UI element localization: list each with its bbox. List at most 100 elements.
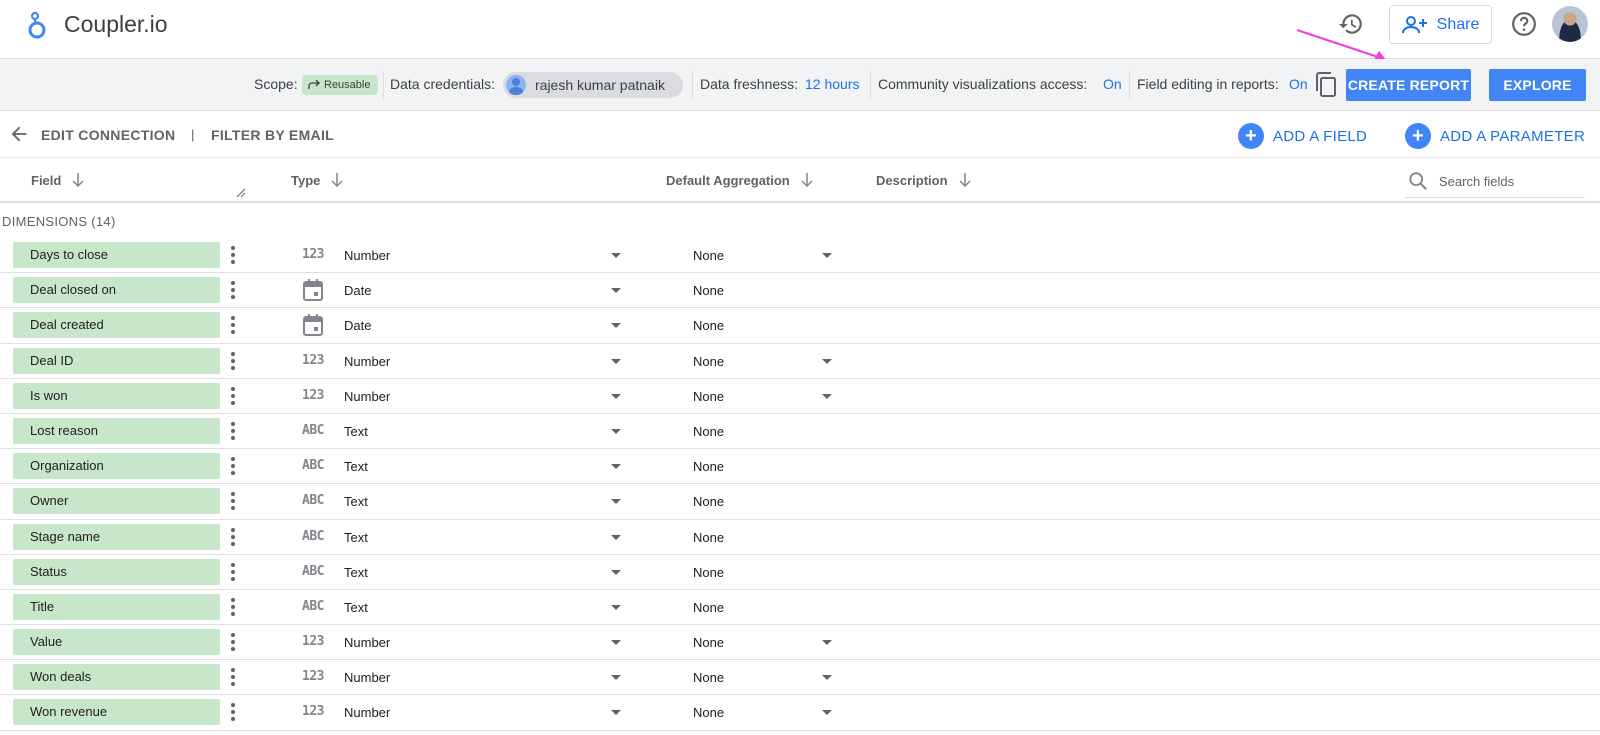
aggregation-select[interactable]: None [693, 389, 724, 404]
aggregation-select[interactable]: None [693, 600, 724, 615]
field-name-chip[interactable]: Owner [13, 488, 220, 515]
field-name-chip[interactable]: Title [13, 593, 220, 620]
more-options-icon[interactable] [229, 351, 237, 371]
field-type-select[interactable]: Date [344, 283, 371, 298]
community-value[interactable]: On [1103, 76, 1122, 92]
field-name-chip[interactable]: Deal created [13, 312, 220, 339]
text-type-icon: ABC [302, 528, 324, 544]
freshness-value[interactable]: 12 hours [805, 76, 859, 92]
dropdown-arrow-icon[interactable] [822, 393, 832, 399]
field-name-chip[interactable]: Organization [13, 453, 220, 480]
dropdown-arrow-icon[interactable] [611, 323, 621, 329]
field-type-select[interactable]: Text [344, 424, 368, 439]
explore-button[interactable]: EXPLORE [1489, 69, 1586, 101]
more-options-icon[interactable] [229, 280, 237, 300]
more-options-icon[interactable] [229, 702, 237, 722]
table-row: Deal ID 123 Number None [0, 344, 1600, 379]
more-options-icon[interactable] [229, 527, 237, 547]
field-name-chip[interactable]: Deal ID [13, 347, 220, 374]
coupler-logo-icon[interactable] [26, 8, 50, 40]
field-editing-value[interactable]: On [1289, 76, 1308, 92]
more-options-icon[interactable] [229, 245, 237, 265]
aggregation-select[interactable]: None [693, 565, 724, 580]
copy-icon[interactable] [1313, 71, 1339, 99]
field-name-chip[interactable]: Won deals [13, 664, 220, 691]
field-name-chip[interactable]: Value [13, 629, 220, 656]
dropdown-arrow-icon[interactable] [611, 640, 621, 646]
dropdown-arrow-icon[interactable] [822, 358, 832, 364]
aggregation-select[interactable]: None [693, 635, 724, 650]
column-header-default-aggregation[interactable]: Default Aggregation [666, 172, 814, 188]
dropdown-arrow-icon[interactable] [611, 569, 621, 575]
column-header-description[interactable]: Description [876, 172, 972, 188]
create-report-button[interactable]: CREATE REPORT [1346, 69, 1471, 101]
field-type-select[interactable]: Number [344, 635, 390, 650]
edit-connection-link[interactable]: EDIT CONNECTION [41, 127, 175, 143]
field-name-chip[interactable]: Deal closed on [13, 277, 220, 304]
field-type-select[interactable]: Number [344, 389, 390, 404]
aggregation-select[interactable]: None [693, 670, 724, 685]
dropdown-arrow-icon[interactable] [611, 499, 621, 505]
aggregation-select[interactable]: None [693, 494, 724, 509]
dropdown-arrow-icon[interactable] [822, 640, 832, 646]
aggregation-select[interactable]: None [693, 248, 724, 263]
dropdown-arrow-icon[interactable] [611, 604, 621, 610]
field-name-chip[interactable]: Lost reason [13, 417, 220, 444]
more-options-icon[interactable] [229, 632, 237, 652]
aggregation-select[interactable]: None [693, 424, 724, 439]
more-options-icon[interactable] [229, 562, 237, 582]
field-type-select[interactable]: Date [344, 318, 371, 333]
add-parameter-button[interactable]: + ADD A PARAMETER [1405, 123, 1585, 149]
field-type-select[interactable]: Number [344, 705, 390, 720]
field-type-select[interactable]: Text [344, 530, 368, 545]
aggregation-select[interactable]: None [693, 283, 724, 298]
scope-reusable-chip[interactable]: Reusable [302, 75, 379, 95]
add-field-button[interactable]: + ADD A FIELD [1238, 123, 1367, 149]
field-type-select[interactable]: Number [344, 670, 390, 685]
aggregation-select[interactable]: None [693, 354, 724, 369]
field-type-select[interactable]: Number [344, 354, 390, 369]
more-options-icon[interactable] [229, 386, 237, 406]
dropdown-arrow-icon[interactable] [611, 710, 621, 716]
aggregation-select[interactable]: None [693, 459, 724, 474]
help-icon[interactable] [1511, 11, 1537, 37]
column-header-type[interactable]: Type [291, 172, 344, 188]
dropdown-arrow-icon[interactable] [611, 358, 621, 364]
field-name-chip[interactable]: Status [13, 558, 220, 585]
dropdown-arrow-icon[interactable] [611, 428, 621, 434]
dropdown-arrow-icon[interactable] [611, 288, 621, 294]
resize-handle-icon[interactable] [236, 188, 246, 198]
search-input[interactable] [1439, 169, 1579, 193]
dropdown-arrow-icon[interactable] [611, 253, 621, 258]
field-type-select[interactable]: Text [344, 600, 368, 615]
field-type-select[interactable]: Text [344, 565, 368, 580]
more-options-icon[interactable] [229, 491, 237, 511]
user-avatar[interactable] [1552, 6, 1588, 42]
dropdown-arrow-icon[interactable] [822, 675, 832, 681]
dropdown-arrow-icon[interactable] [611, 534, 621, 540]
field-name-chip[interactable]: Is won [13, 382, 220, 409]
more-options-icon[interactable] [229, 667, 237, 687]
field-name-chip[interactable]: Won revenue [13, 699, 220, 726]
field-name-chip[interactable]: Days to close [13, 242, 220, 268]
field-type-select[interactable]: Text [344, 494, 368, 509]
dropdown-arrow-icon[interactable] [822, 253, 832, 258]
aggregation-select[interactable]: None [693, 530, 724, 545]
more-options-icon[interactable] [229, 456, 237, 476]
field-name-chip[interactable]: Stage name [13, 523, 220, 550]
dropdown-arrow-icon[interactable] [611, 675, 621, 681]
aggregation-select[interactable]: None [693, 705, 724, 720]
dropdown-arrow-icon[interactable] [611, 393, 621, 399]
more-options-icon[interactable] [229, 421, 237, 441]
credentials-chip[interactable]: rajesh kumar patnaik [503, 72, 683, 98]
field-type-select[interactable]: Number [344, 248, 390, 263]
more-options-icon[interactable] [229, 597, 237, 617]
back-arrow-icon[interactable] [8, 123, 30, 145]
dropdown-arrow-icon[interactable] [611, 464, 621, 470]
more-options-icon[interactable] [229, 315, 237, 335]
dropdown-arrow-icon[interactable] [822, 710, 832, 716]
column-header-field[interactable]: Field [31, 172, 85, 188]
aggregation-select[interactable]: None [693, 318, 724, 333]
share-button[interactable]: Share [1389, 5, 1492, 44]
field-type-select[interactable]: Text [344, 459, 368, 474]
